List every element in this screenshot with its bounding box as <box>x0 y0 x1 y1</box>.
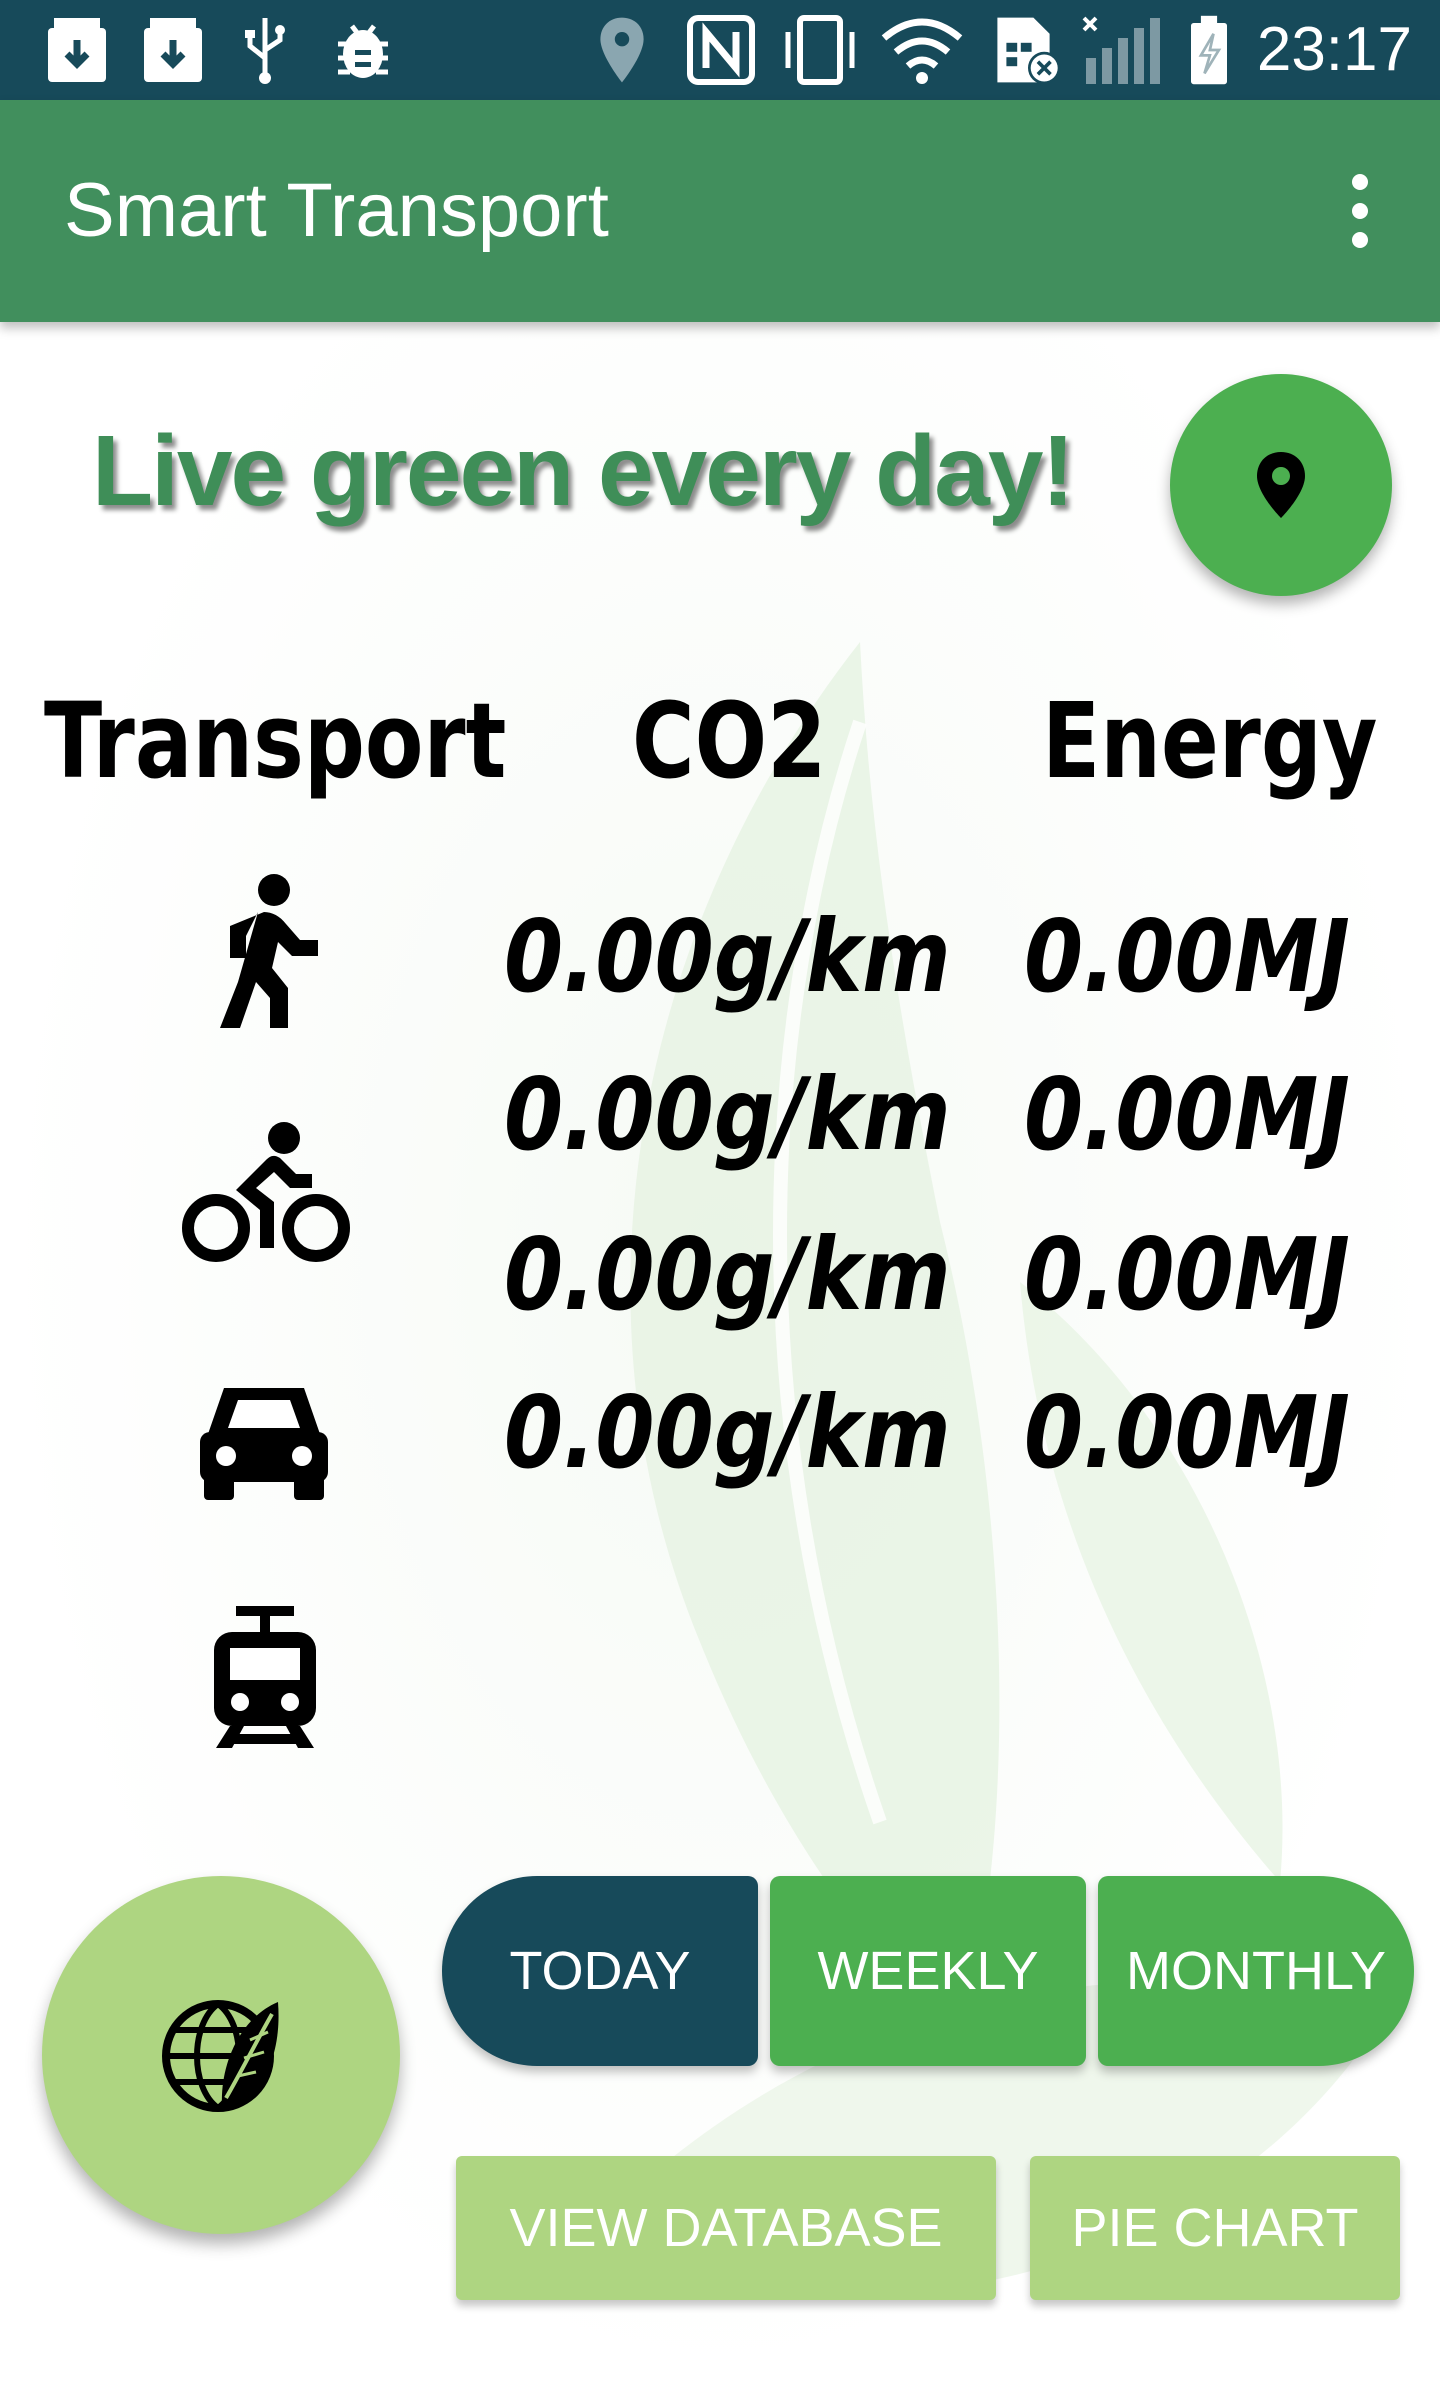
tab-weekly[interactable]: WEEKLY <box>770 1876 1086 2066</box>
slogan-text: Live green every day! <box>92 415 1075 527</box>
status-time: 23:17 <box>1256 15 1412 84</box>
view-database-button[interactable]: VIEW DATABASE <box>456 2156 996 2300</box>
tab-today[interactable]: TODAY <box>442 1876 758 2066</box>
status-bar: 23:17 <box>0 0 1440 100</box>
main-content: Live green every day! Transport CO2 Ener… <box>0 322 1440 2392</box>
android-debug-icon <box>338 24 388 78</box>
usb-icon <box>245 18 285 84</box>
bike-icon <box>182 1122 350 1262</box>
place-icon <box>1257 452 1305 518</box>
eco-fab-button[interactable] <box>42 1876 400 2234</box>
location-icon <box>600 17 644 83</box>
battery-charging-icon <box>1191 15 1227 85</box>
co2-value: 0.00g/km <box>504 898 951 1015</box>
nfc-icon <box>687 15 755 85</box>
vibrate-icon <box>785 15 855 85</box>
app-bar: Smart Transport <box>0 100 1440 322</box>
car-icon <box>200 1388 328 1500</box>
walk-icon <box>220 874 318 1028</box>
pie-chart-button[interactable]: PIE CHART <box>1030 2156 1400 2300</box>
app-title: Smart Transport <box>64 168 609 253</box>
co2-value: 0.00g/km <box>504 1056 951 1173</box>
more-vert-icon <box>1352 174 1368 248</box>
co2-value: 0.00g/km <box>504 1216 951 1333</box>
tab-monthly[interactable]: MONTHLY <box>1098 1876 1414 2066</box>
wifi-icon <box>881 18 963 84</box>
overflow-menu-button[interactable] <box>1320 170 1400 252</box>
co2-value: 0.00g/km <box>504 1374 951 1491</box>
energy-value: 0.00MJ <box>1024 1056 1350 1173</box>
energy-value: 0.00MJ <box>1024 898 1350 1015</box>
header-energy: Energy <box>1042 680 1378 802</box>
download-box-icon <box>144 18 202 82</box>
globe-leaf-icon <box>162 2000 279 2112</box>
header-co2: CO2 <box>632 680 827 802</box>
energy-value: 0.00MJ <box>1024 1216 1350 1333</box>
download-box-icon <box>48 18 106 82</box>
location-fab-button[interactable] <box>1170 374 1392 596</box>
no-sim-icon <box>997 17 1061 85</box>
energy-value: 0.00MJ <box>1024 1374 1350 1491</box>
tram-icon <box>214 1606 316 1748</box>
signal-icon <box>1082 16 1160 84</box>
header-transport: Transport <box>44 680 507 802</box>
